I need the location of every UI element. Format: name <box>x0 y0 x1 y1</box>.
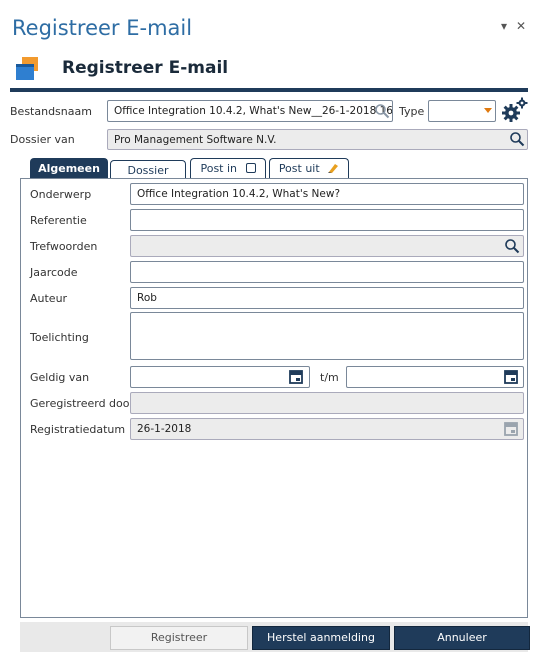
calendar-icon <box>504 422 518 436</box>
settings-gears-icon[interactable] <box>502 97 528 123</box>
dialog-title: Registreer E-mail <box>62 58 229 78</box>
pane-title: Registreer E-mail <box>12 16 193 40</box>
calendar-icon[interactable] <box>504 369 518 384</box>
onderwerp-label: Onderwerp <box>30 188 92 201</box>
search-icon[interactable] <box>504 238 520 254</box>
bestandsnaam-field[interactable]: Office Integration 10.4.2, What's New__2… <box>107 100 393 122</box>
jaarcode-label: Jaarcode <box>30 266 78 279</box>
tab-post-uit[interactable]: Post uit <box>269 158 349 178</box>
bestandsnaam-value: Office Integration 10.4.2, What's New__2… <box>114 105 393 117</box>
dossier-van-label: Dossier van <box>10 133 75 146</box>
type-label: Type <box>399 105 425 118</box>
annuleer-button[interactable]: Annuleer <box>394 626 530 650</box>
auteur-label: Auteur <box>30 292 68 305</box>
tab-dossier[interactable]: Dossier <box>110 160 186 180</box>
geldig-van-label: Geldig van <box>30 371 90 384</box>
geregistreerd-door-field <box>130 392 524 414</box>
tab-post-in[interactable]: Post in <box>190 158 266 178</box>
pane-close-icon[interactable]: ✕ <box>516 19 526 33</box>
toelichting-label: Toelichting <box>30 331 89 344</box>
search-icon[interactable] <box>509 131 525 147</box>
geldig-van-field[interactable] <box>130 366 310 388</box>
geregistreerd-door-label: Geregistreerd door <box>30 397 135 410</box>
referentie-field[interactable] <box>130 209 524 231</box>
onderwerp-field[interactable]: Office Integration 10.4.2, What's New? <box>130 183 524 205</box>
trefwoorden-field[interactable] <box>130 235 524 257</box>
registratiedatum-field: 26-1-2018 <box>130 418 524 440</box>
dossier-van-field[interactable]: Pro Management Software N.V. <box>107 129 528 150</box>
auteur-field[interactable]: Rob <box>130 287 524 309</box>
calendar-icon[interactable] <box>289 369 303 384</box>
trefwoorden-label: Trefwoorden <box>30 240 98 253</box>
registreer-button[interactable]: Registreer <box>110 626 248 650</box>
geldig-tm-field[interactable] <box>346 366 524 388</box>
registratiedatum-label: Registratiedatum <box>30 423 126 436</box>
jaarcode-field[interactable] <box>130 261 524 283</box>
header-divider <box>10 88 528 92</box>
dossier-van-value: Pro Management Software N.V. <box>114 134 277 146</box>
tm-label: t/m <box>320 371 339 384</box>
pen-icon <box>328 164 339 173</box>
windows-stack-icon <box>16 57 38 80</box>
pane-menu-chevron-icon[interactable]: ▾ <box>501 19 507 33</box>
bestandsnaam-label: Bestandsnaam <box>10 105 92 118</box>
toelichting-textarea[interactable] <box>130 312 524 360</box>
post-in-checkbox[interactable] <box>245 163 256 173</box>
search-icon[interactable] <box>374 103 390 119</box>
referentie-label: Referentie <box>30 214 87 227</box>
tab-algemeen[interactable]: Algemeen <box>30 158 108 178</box>
dropdown-arrow-icon[interactable] <box>484 108 492 114</box>
herstel-aanmelding-button[interactable]: Herstel aanmelding <box>252 626 390 650</box>
